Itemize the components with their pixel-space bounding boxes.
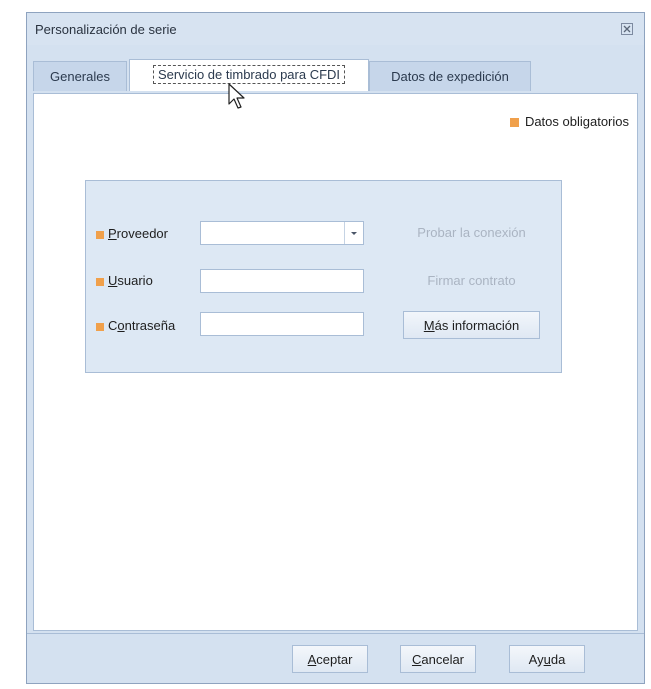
mnemonic: P: [108, 226, 117, 241]
tab-strip: Generales Servicio de timbrado para CFDI…: [33, 59, 638, 93]
chevron-down-icon[interactable]: [344, 222, 363, 244]
close-icon[interactable]: [620, 22, 634, 36]
required-marker-icon: [96, 230, 104, 239]
required-marker-icon: [96, 322, 104, 331]
mnemonic: A: [307, 652, 317, 667]
tab-label: Generales: [50, 69, 110, 84]
cancelar-button[interactable]: Cancelar: [400, 645, 476, 673]
mnemonic: M: [423, 318, 435, 333]
required-marker-icon: [96, 277, 104, 286]
required-legend: Datos obligatorios: [509, 114, 629, 129]
dialog-window: Personalización de serie Generales Servi…: [26, 12, 645, 684]
mouse-pointer-icon: [228, 83, 245, 109]
proveedor-label: Proveedor: [96, 226, 168, 241]
title-bar[interactable]: Personalización de serie: [27, 13, 644, 45]
mnemonic: U: [108, 273, 118, 288]
label-text: suario: [117, 273, 153, 288]
firmar-contrato-button[interactable]: Firmar contrato: [403, 267, 540, 295]
ayuda-button[interactable]: Ayuda: [509, 645, 585, 673]
tab-label: Datos de expedición: [391, 69, 509, 84]
footer-divider: [27, 633, 644, 634]
mnemonic: o: [117, 318, 125, 333]
mas-informacion-button[interactable]: Más información: [403, 311, 540, 339]
mnemonic: u: [543, 652, 551, 667]
tab-panel: Datos obligatorios Proveedor Usuario Con…: [33, 93, 638, 631]
tab-datos-expedicion[interactable]: Datos de expedición: [369, 61, 531, 91]
probar-conexion-button[interactable]: Probar la conexión: [403, 219, 540, 247]
mnemonic: C: [411, 652, 422, 667]
proveedor-combobox[interactable]: [200, 221, 364, 245]
button-label: ceptar: [316, 652, 353, 667]
window-title: Personalización de serie: [35, 22, 177, 37]
usuario-label: Usuario: [96, 273, 153, 288]
label-text: C: [108, 318, 118, 333]
button-label: da: [550, 652, 566, 667]
contrasena-label: Contraseña: [96, 318, 175, 333]
button-label: Ay: [528, 652, 544, 667]
tab-generales[interactable]: Generales: [33, 61, 127, 91]
required-marker-icon: [509, 118, 519, 128]
label-text: roveedor: [116, 226, 168, 241]
aceptar-button[interactable]: Aceptar: [292, 645, 368, 673]
usuario-input[interactable]: [200, 269, 364, 293]
contrasena-input[interactable]: [200, 312, 364, 336]
label-text: ntraseña: [124, 318, 176, 333]
connection-group: Proveedor Usuario Contraseña Probar la c…: [85, 180, 562, 373]
button-label: ancelar: [421, 652, 465, 667]
required-legend-label: Datos obligatorios: [524, 114, 629, 129]
button-label: ás información: [434, 318, 520, 333]
